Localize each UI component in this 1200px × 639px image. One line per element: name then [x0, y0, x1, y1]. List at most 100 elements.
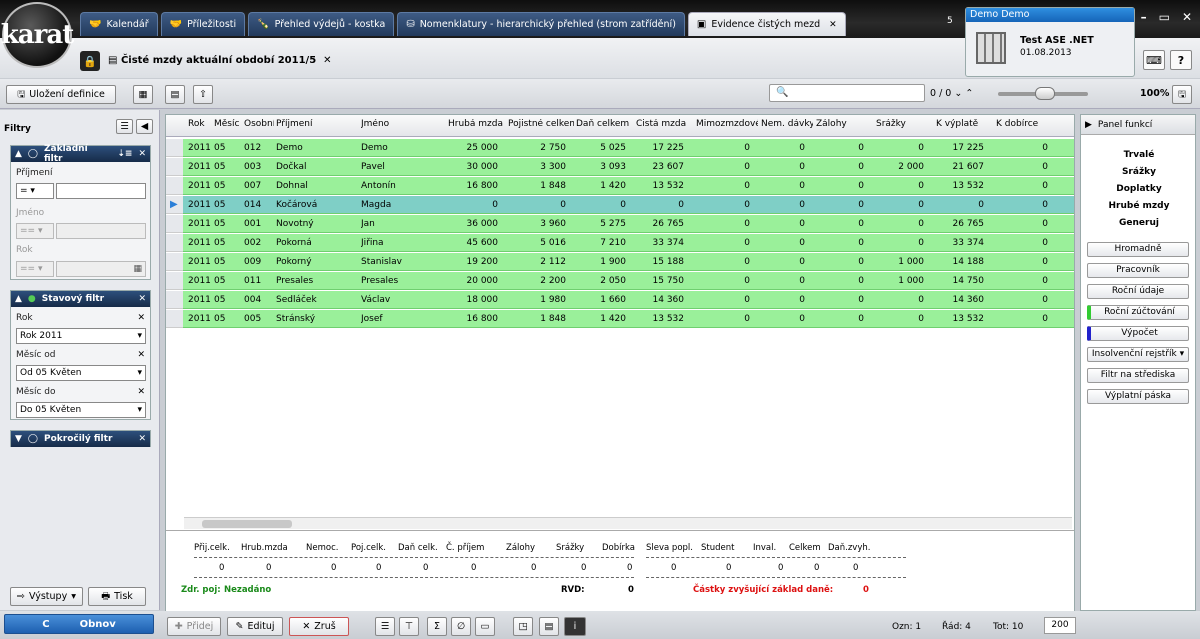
row-indicator[interactable]	[166, 272, 183, 290]
function-link-trvale[interactable]: Trvalé	[1081, 150, 1197, 160]
lock-icon[interactable]: 🔒	[80, 51, 100, 71]
row-indicator[interactable]	[166, 215, 183, 233]
advanced-filter-header[interactable]: ▼ ◯ Pokročilý filtr ✕	[11, 431, 150, 447]
collapse-left-icon[interactable]: ◀	[136, 119, 153, 134]
upload-icon[interactable]: ⇧	[193, 85, 213, 104]
column-header[interactable]: Měsíc	[214, 119, 242, 129]
keyboard-icon[interactable]: ⌨	[1143, 50, 1165, 70]
tab-prilezitosti[interactable]: 🤝 Příležitosti	[160, 12, 246, 36]
refresh-button[interactable]: C Obnov	[4, 614, 154, 634]
status-filter-header[interactable]: ▲ ● Stavový filtr ✕	[11, 291, 150, 307]
minimize-button[interactable]: –	[1141, 10, 1147, 24]
outputs-button[interactable]: ⇨ Výstupy ▾	[10, 587, 83, 606]
cancel-button[interactable]: ✕ Zruš	[289, 617, 349, 636]
year-input[interactable]: ▦	[56, 261, 146, 277]
annual-data-button[interactable]: Roční údaje	[1087, 284, 1189, 299]
funnel-icon[interactable]: ⊤	[399, 617, 419, 636]
row-indicator[interactable]	[166, 234, 183, 252]
grid-settings-icon[interactable]: ▦	[133, 85, 153, 104]
export-icon[interactable]: ▤	[165, 85, 185, 104]
table-row[interactable]: 2011 05 007 Dohnal Antonín 16 800 1 848 1 420 13…	[183, 177, 1074, 195]
close-icon[interactable]: ✕	[138, 434, 146, 444]
table-row[interactable]: 2011 05 012 Demo Demo 25 000 2 750 5 025 17 225 0…	[183, 139, 1074, 157]
user-card[interactable]: Demo Demo Test ASE .NET 01.08.2013	[965, 7, 1135, 77]
tab-kalendar[interactable]: 🤝 Kalendář	[80, 12, 158, 36]
row-indicator[interactable]: ▶	[166, 196, 183, 214]
scrollbar-thumb[interactable]	[202, 520, 292, 528]
clear-icon[interactable]: ✕	[137, 387, 145, 397]
payslip-button[interactable]: Výplatní páska	[1087, 389, 1189, 404]
column-header[interactable]: Mimozmzdové	[696, 119, 758, 129]
window-icon[interactable]: ▭	[475, 617, 495, 636]
sum-icon[interactable]: Σ	[427, 617, 447, 636]
column-header[interactable]: Osobní	[244, 119, 274, 129]
table-row[interactable]: 2011 05 011 Presales Presales 20 000 2 200 2 05…	[183, 272, 1074, 290]
year-select[interactable]: Rok 2011 ▾	[16, 328, 146, 344]
column-header[interactable]: Příjmení	[276, 119, 356, 129]
tab-prehled-vydeju[interactable]: 🍾 Přehled výdejů - kostka	[248, 12, 395, 36]
column-header[interactable]: Čistá mzda	[636, 119, 692, 129]
month-to-select[interactable]: Do 05 Květen ▾	[16, 402, 146, 418]
insolvency-register-button[interactable]: Insolvenční rejstřík ▾	[1087, 347, 1189, 362]
row-indicator[interactable]	[166, 177, 183, 195]
clear-icon[interactable]: ✕	[137, 350, 145, 360]
basic-filter-header[interactable]: ▲ ◯ Základní filtr ⇣≡ ✕	[11, 144, 150, 164]
collapse-icon[interactable]: ▲	[15, 294, 22, 304]
menu-icon[interactable]: ☰	[116, 119, 133, 134]
month-from-select[interactable]: Od 05 Květen ▾	[16, 365, 146, 381]
cost-center-filter-button[interactable]: Filtr na střediska	[1087, 368, 1189, 383]
row-indicator[interactable]	[166, 310, 183, 328]
table-row[interactable]: 2011 05 004 Sedláček Václav 18 000 1 980 1 660 1…	[183, 291, 1074, 309]
save-definition-button[interactable]: 🖫 Uložení definice	[6, 85, 116, 104]
function-link-hrube-mzdy[interactable]: Hrubé mzdy	[1081, 201, 1197, 211]
page-size-input[interactable]: 200	[1044, 617, 1076, 634]
table-row[interactable]: 2011 05 003 Dočkal Pavel 30 000 3 300 3 093 23 6…	[183, 158, 1074, 176]
add-button[interactable]: ✚ Přidej	[167, 617, 221, 636]
table-row[interactable]: 2011 05 005 Stránský Josef 16 800 1 848 1 420 13…	[183, 310, 1074, 328]
column-header[interactable]: K výplatě	[936, 119, 992, 129]
zoom-icon[interactable]: ◳	[513, 617, 533, 636]
surname-input[interactable]	[56, 183, 146, 199]
close-tab-icon[interactable]: ✕	[829, 20, 837, 30]
calculate-button[interactable]: Výpočet	[1087, 326, 1189, 341]
column-header[interactable]: Zálohy	[816, 119, 872, 129]
column-header[interactable]: K dobírce	[996, 119, 1056, 129]
filter-rows-icon[interactable]: ☰	[375, 617, 395, 636]
print-button[interactable]: 🖶 Tisk	[88, 587, 146, 606]
table-row[interactable]: 2011 05 001 Novotný Jan 36 000 3 960 5 275 26 76…	[183, 215, 1074, 233]
help-icon[interactable]: ?	[1170, 50, 1192, 70]
horizontal-scrollbar[interactable]	[184, 517, 1072, 529]
edit-button[interactable]: ✎ Edituj	[227, 617, 283, 636]
column-header[interactable]: Rok	[188, 119, 212, 129]
annual-settlement-button[interactable]: Roční zúčtování	[1087, 305, 1189, 320]
search-input[interactable]: 🔍	[769, 84, 925, 102]
bulk-button[interactable]: Hromadně	[1087, 242, 1189, 257]
chevron-down-icon[interactable]: ⌄	[954, 88, 962, 99]
function-link-generuj[interactable]: Generuj	[1081, 218, 1197, 228]
close-icon[interactable]: ✕	[138, 149, 146, 159]
operator-select[interactable]: == ▾	[16, 261, 54, 277]
row-indicator[interactable]	[166, 253, 183, 271]
close-button[interactable]: ✕	[1182, 10, 1192, 24]
column-header[interactable]: Hrubá mzda	[448, 119, 506, 129]
sort-icon[interactable]: ⇣≡	[117, 149, 132, 159]
info-icon[interactable]: i	[564, 617, 586, 636]
operator-select[interactable]: = ▾	[16, 183, 54, 199]
empty-icon[interactable]: ∅	[451, 617, 471, 636]
column-header[interactable]: Jméno	[361, 119, 441, 129]
column-header[interactable]: Srážky	[876, 119, 932, 129]
table-row[interactable]: 2011 05 002 Pokorná Jiřina 45 600 5 016 7 210 33…	[183, 234, 1074, 252]
calculator-icon[interactable]: ▦	[133, 262, 142, 276]
tab-evidence-cistych-mezd[interactable]: ▣ Evidence čistých mezd ✕	[687, 12, 846, 36]
name-input[interactable]	[56, 223, 146, 239]
column-header[interactable]: Pojistné celkem	[508, 119, 574, 129]
table-row[interactable]: 2011 05 014 Kočárová Magda 0 0 0 0 0 0 0 0 0 0	[183, 196, 1074, 214]
expand-icon[interactable]: ▼	[15, 434, 22, 444]
zoom-slider-handle[interactable]	[1035, 87, 1055, 100]
close-icon[interactable]: ✕	[138, 294, 146, 304]
save-icon[interactable]: 🖫	[1172, 85, 1192, 104]
tab-nomenklatury[interactable]: ⛁ Nomenklatury - hierarchický přehled (st…	[397, 12, 685, 36]
collapse-icon[interactable]: ▲	[15, 149, 22, 159]
function-panel-header[interactable]: ▶ Panel funkcí	[1081, 115, 1195, 135]
chevron-up-icon[interactable]: ⌃	[965, 88, 973, 99]
